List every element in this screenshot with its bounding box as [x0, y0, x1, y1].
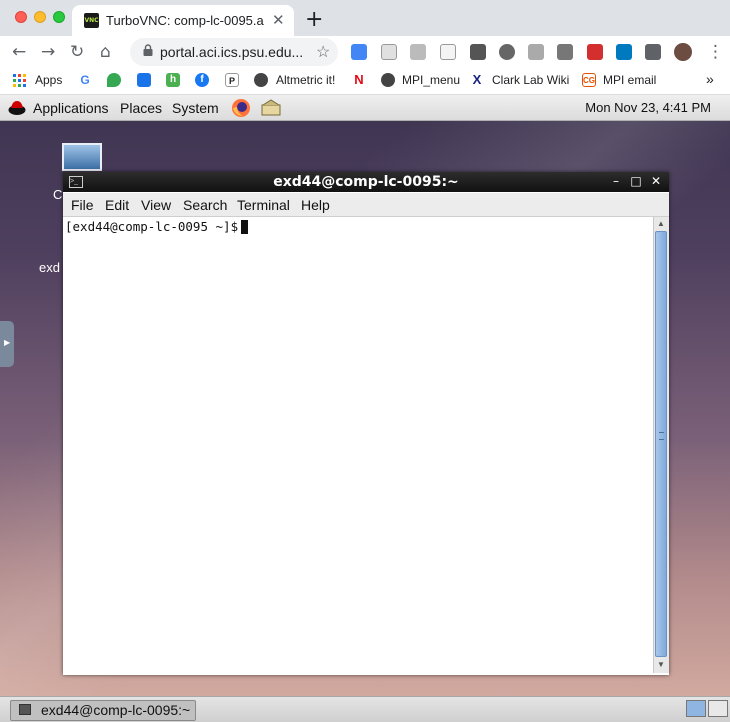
workspace-1[interactable]	[686, 700, 706, 717]
netflix-icon[interactable]: N	[352, 73, 366, 87]
profile-avatar[interactable]	[674, 43, 692, 61]
terminal-window[interactable]: >_ exd44@comp-lc-0095:~ – □ ✕ File Edit …	[63, 172, 669, 675]
turbovnc-favicon-icon: VNC	[84, 13, 99, 28]
firefox-icon[interactable]	[231, 98, 251, 118]
url-text: portal.aci.ics.psu.edu...	[160, 44, 304, 60]
maximize-icon[interactable]: □	[629, 174, 643, 188]
k-extension-icon[interactable]	[528, 44, 544, 60]
back-arrow-icon[interactable]: ←	[12, 42, 26, 62]
bookmark-clark-lab[interactable]: Clark Lab Wiki	[492, 73, 569, 87]
bookmark-mpi-email[interactable]: MPI email	[603, 73, 656, 87]
gnome-top-panel: Applications Places System Mon Nov 23, 4…	[0, 95, 730, 121]
google-icon[interactable]: G	[78, 73, 92, 87]
zoom-window-button[interactable]	[53, 11, 65, 23]
home-icon[interactable]: ⌂	[100, 42, 111, 62]
bookmarks-bar: Apps G h f P Altmetric it! N MPI_menu X …	[0, 68, 730, 95]
apps-grid-icon	[13, 74, 26, 87]
mendeley-extension-icon[interactable]	[587, 44, 603, 60]
document-extension-icon[interactable]	[381, 44, 397, 60]
taskbar-label: exd44@comp-lc-0095:~	[41, 702, 191, 718]
shield-extension-icon[interactable]	[410, 44, 426, 60]
scroll-up-icon[interactable]: ▲	[655, 218, 667, 230]
panel-clock[interactable]: Mon Nov 23, 4:41 PM	[585, 100, 711, 115]
p-bookmark-icon[interactable]: P	[225, 73, 239, 87]
terminal-menubar: File Edit View Search Terminal Help	[63, 193, 669, 217]
clark-lab-icon: X	[470, 73, 484, 87]
minimize-window-button[interactable]	[34, 11, 46, 23]
new-tab-button[interactable]: +	[305, 7, 323, 32]
chrome-menu-icon[interactable]: ⋮	[707, 42, 724, 62]
browser-tab-bar: VNC TurboVNC: comp-lc-0095.acib ✕ +	[0, 0, 730, 36]
email-client-icon[interactable]	[261, 99, 281, 116]
gnome-bottom-panel: exd44@comp-lc-0095:~	[0, 696, 730, 722]
mpi-globe-icon	[381, 73, 395, 87]
computer-desktop-icon[interactable]	[62, 143, 102, 171]
shell-prompt: [exd44@comp-lc-0095 ~]$	[65, 219, 246, 234]
workspace-2[interactable]	[708, 700, 728, 717]
lock-icon	[143, 44, 153, 56]
redhat-logo-icon[interactable]	[8, 99, 26, 116]
terminal-output[interactable]: [exd44@comp-lc-0095 ~]$	[63, 217, 653, 673]
home-icon-label[interactable]: exd	[39, 260, 60, 275]
menu-file[interactable]: File	[71, 197, 94, 213]
menu-terminal[interactable]: Terminal	[237, 197, 290, 213]
address-bar[interactable]: portal.aci.ics.psu.edu... ☆	[130, 38, 338, 66]
browser-tab[interactable]: VNC TurboVNC: comp-lc-0095.acib ✕	[72, 5, 294, 36]
bookmark-apps[interactable]: Apps	[35, 73, 62, 87]
applications-menu[interactable]: Applications	[33, 100, 109, 116]
reload-icon[interactable]: ↻	[70, 42, 84, 62]
facebook-icon[interactable]: f	[195, 73, 209, 87]
browser-toolbar: ← → ↻ ⌂ portal.aci.ics.psu.edu... ☆ ⋮	[0, 36, 730, 68]
drive-extension-icon[interactable]	[557, 44, 573, 60]
scroll-grip-icon	[659, 432, 664, 440]
tab-title: TurboVNC: comp-lc-0095.acib	[106, 13, 264, 28]
close-icon[interactable]: ✕	[649, 174, 663, 188]
menu-search[interactable]: Search	[183, 197, 227, 213]
page-extension-icon[interactable]	[440, 44, 456, 60]
terminal-scrollbar[interactable]: ▲ ▼	[653, 217, 669, 673]
bookmark-altmetric[interactable]: Altmetric it!	[276, 73, 335, 87]
terminal-task-icon	[19, 704, 31, 715]
computer-icon-label[interactable]: C	[53, 187, 62, 202]
p-extension-icon[interactable]	[470, 44, 486, 60]
bookmarks-overflow-icon[interactable]: »	[706, 71, 714, 87]
system-menu[interactable]: System	[172, 100, 219, 116]
minimize-icon[interactable]: –	[609, 174, 623, 188]
scholar-icon[interactable]	[137, 73, 151, 87]
h-bookmark-icon[interactable]: h	[166, 73, 180, 87]
bookmark-mpi-menu[interactable]: MPI_menu	[402, 73, 460, 87]
close-window-button[interactable]	[15, 11, 27, 23]
side-panel-handle[interactable]: ▶	[0, 321, 14, 367]
bookmark-star-icon[interactable]: ☆	[316, 42, 330, 62]
altmetric-globe-icon	[254, 73, 268, 87]
circle-extension-icon[interactable]	[499, 44, 515, 60]
extensions-puzzle-icon[interactable]	[645, 44, 661, 60]
terminal-title: exd44@comp-lc-0095:~	[273, 174, 459, 190]
text-cursor	[241, 220, 248, 234]
scroll-down-icon[interactable]: ▼	[655, 659, 667, 671]
mpi-email-icon: CG	[582, 73, 596, 87]
expand-arrow-icon: ▶	[4, 338, 11, 347]
translate-extension-icon[interactable]	[351, 44, 367, 60]
maps-icon[interactable]	[107, 73, 121, 87]
forward-arrow-icon[interactable]: →	[41, 42, 55, 62]
terminal-titlebar[interactable]: >_ exd44@comp-lc-0095:~ – □ ✕	[63, 172, 669, 192]
taskbar-terminal-button[interactable]: exd44@comp-lc-0095:~	[10, 700, 196, 721]
menu-edit[interactable]: Edit	[105, 197, 129, 213]
places-menu[interactable]: Places	[120, 100, 162, 116]
tab-close-icon[interactable]: ✕	[272, 11, 285, 29]
scroll-thumb[interactable]	[655, 231, 667, 657]
menu-help[interactable]: Help	[301, 197, 330, 213]
remote-desktop: Applications Places System Mon Nov 23, 4…	[0, 95, 730, 722]
trello-extension-icon[interactable]	[616, 44, 632, 60]
menu-view[interactable]: View	[141, 197, 171, 213]
